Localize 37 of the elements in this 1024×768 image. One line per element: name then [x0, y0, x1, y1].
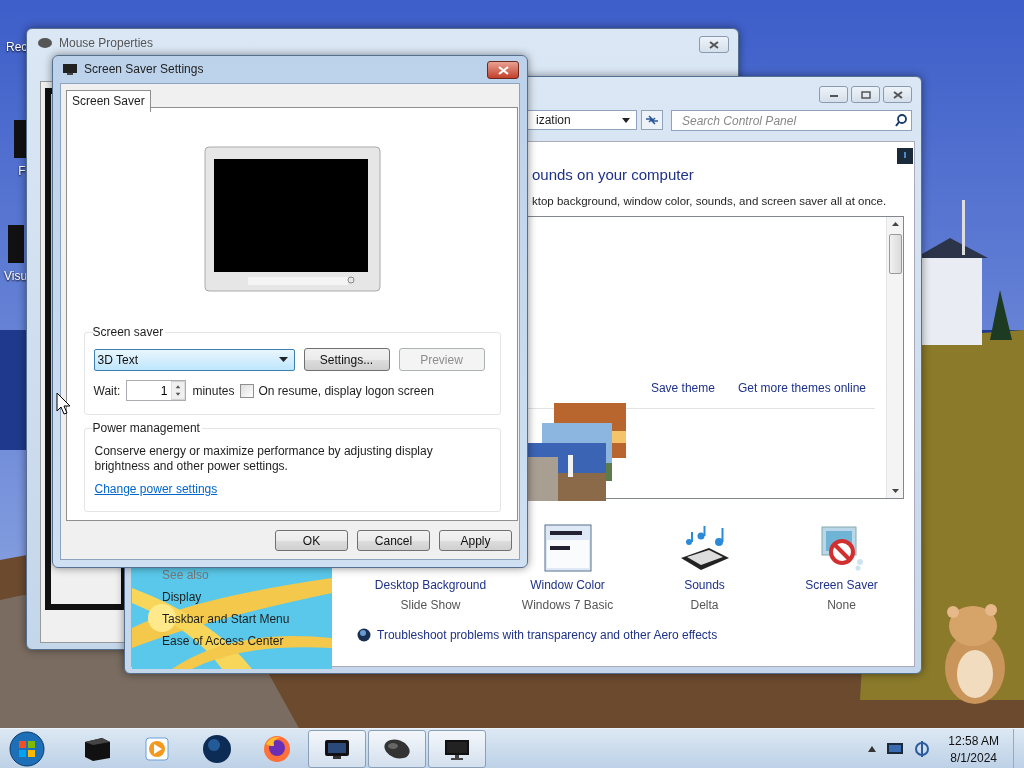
dialog-button[interactable]: Cancel	[357, 530, 430, 551]
dialog-button[interactable]: Apply	[439, 530, 512, 551]
setting-link[interactable]: Desktop Background	[374, 578, 487, 592]
group-title: Screen saver	[92, 325, 166, 339]
tab[interactable]: Screen Saver	[66, 90, 151, 112]
theme-link[interactable]: Save theme	[650, 381, 715, 395]
desktop-icon-label[interactable]: Rec	[6, 40, 28, 54]
screen-saver-dropdown[interactable]: 3D Text	[93, 348, 295, 371]
search-box[interactable]: Search Control Panel	[671, 110, 912, 131]
power-description: Conserve energy or maximize performance by adjusting display brightness and other power settings.	[94, 444, 434, 474]
page-heading: ounds on your computer	[532, 166, 694, 183]
desktop-icon-label[interactable]: Visu	[4, 269, 28, 283]
see-also-link[interactable]: Display	[162, 590, 290, 604]
setting-link[interactable]: Sounds	[684, 578, 725, 592]
checkbox-label[interactable]: On resume, display logon screen	[258, 383, 434, 398]
page-description: ktop background, window color, sounds, and screen saver all at once.	[532, 195, 887, 207]
wait-spinner[interactable]: 1	[126, 380, 187, 401]
window-title: Screen Saver Settings	[84, 62, 204, 76]
setting-value: Slide Show	[400, 598, 461, 612]
setting-link[interactable]: Window Color	[530, 578, 605, 592]
setting-value: None	[827, 598, 856, 612]
window-title: Mouse Properties	[59, 36, 154, 50]
dialog-button[interactable]: OK	[275, 530, 348, 551]
troubleshoot-link[interactable]: Troubleshoot problems with transparency and other Aero effects	[377, 628, 718, 642]
group-title: Power management	[92, 421, 202, 435]
dialog-button[interactable]: Settings...	[303, 348, 390, 371]
field-label: Wait:	[93, 383, 121, 398]
setting-value: Delta	[690, 598, 719, 612]
section-title: See also	[162, 568, 210, 582]
desktop-icon-label[interactable]: F	[18, 164, 26, 178]
clock[interactable]: 12:58 AM 8/1/2024	[948, 733, 999, 765]
power-settings-link[interactable]: Change power settings	[94, 482, 218, 496]
unit-label: minutes	[192, 383, 235, 398]
theme-link[interactable]: Get more themes online	[737, 381, 866, 395]
setting-link[interactable]: Screen Saver	[805, 578, 878, 592]
search-field[interactable]: Search Control Panel	[680, 112, 895, 129]
setting-value: Windows 7 Basic	[521, 598, 614, 612]
